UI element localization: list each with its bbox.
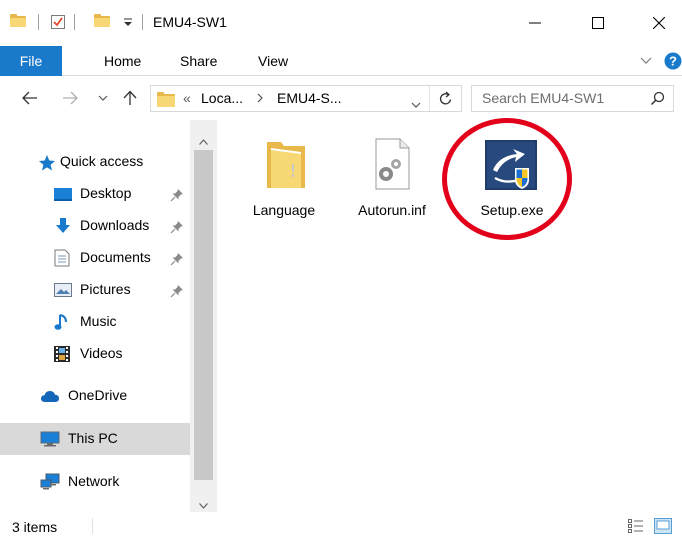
setup-exe-icon — [485, 140, 537, 195]
navigation-pane: Quick access Desktop Downloads Documents — [0, 120, 190, 512]
scroll-up-arrow-icon[interactable] — [199, 132, 208, 148]
status-bar: 3 items — [0, 512, 682, 540]
folder-icon — [10, 14, 26, 27]
ribbon-tabs: File Home Share View ? — [0, 46, 682, 76]
folder-icon — [157, 92, 175, 107]
pictures-icon — [54, 282, 72, 300]
close-button[interactable] — [636, 0, 682, 46]
back-button[interactable] — [20, 88, 40, 108]
breadcrumb-local[interactable]: Loca... — [201, 90, 243, 106]
window-title: EMU4-SW1 — [153, 14, 227, 30]
nav-item-desktop[interactable]: Desktop — [0, 178, 190, 210]
nav-scrollbar[interactable] — [190, 120, 217, 512]
nav-item-downloads[interactable]: Downloads — [0, 210, 190, 242]
tab-view[interactable]: View — [258, 46, 288, 76]
nav-label-music: Music — [80, 313, 117, 329]
overflow-crumb[interactable]: « — [183, 90, 191, 106]
recent-locations-icon[interactable] — [96, 88, 110, 108]
cloud-icon — [40, 389, 59, 407]
music-note-icon — [54, 313, 72, 331]
file-item-language[interactable]: Language — [239, 138, 329, 224]
nav-item-pictures[interactable]: Pictures — [0, 274, 190, 306]
address-bar[interactable]: « Loca... EMU4-S... — [150, 85, 462, 112]
document-icon — [54, 249, 72, 267]
pin-icon[interactable] — [170, 284, 184, 298]
tab-home[interactable]: Home — [104, 46, 141, 76]
download-arrow-icon — [54, 217, 72, 235]
search-placeholder: Search EMU4-SW1 — [482, 90, 605, 106]
pin-icon[interactable] — [170, 220, 184, 234]
nav-label-desktop: Desktop — [80, 185, 132, 201]
separator — [142, 14, 143, 30]
nav-label-downloads: Downloads — [80, 217, 150, 233]
separator — [38, 14, 39, 30]
up-button[interactable] — [120, 88, 140, 108]
file-list: Language Autorun.inf Setup.exe — [217, 120, 682, 512]
scroll-down-arrow-icon[interactable] — [199, 496, 208, 512]
forward-button[interactable] — [60, 88, 80, 108]
maximize-button[interactable] — [575, 0, 621, 46]
breadcrumb-emu4[interactable]: EMU4-S... — [277, 90, 342, 106]
nav-label-quick-access: Quick access — [60, 153, 144, 169]
star-icon — [38, 154, 56, 172]
large-icons-view-icon[interactable] — [654, 518, 672, 537]
nav-item-this-pc[interactable]: This PC — [0, 423, 190, 455]
nav-label-this-pc: This PC — [68, 430, 118, 446]
nav-item-quick-access[interactable]: Quick access — [0, 146, 190, 178]
nav-item-onedrive[interactable]: OneDrive — [0, 380, 190, 412]
new-folder-icon[interactable] — [94, 14, 110, 27]
nav-item-music[interactable]: Music — [0, 306, 190, 338]
help-icon[interactable]: ? — [664, 46, 682, 76]
nav-item-network[interactable]: Network — [0, 466, 190, 498]
expand-ribbon-icon[interactable] — [640, 46, 652, 76]
desktop-icon — [54, 186, 72, 204]
search-input[interactable]: Search EMU4-SW1 — [471, 85, 674, 112]
refresh-icon[interactable] — [439, 91, 453, 109]
network-icon — [40, 473, 60, 491]
svg-text:?: ? — [669, 54, 677, 69]
computer-icon — [40, 431, 60, 449]
file-name: Setup.exe — [480, 202, 544, 218]
pin-icon[interactable] — [170, 188, 184, 202]
details-view-icon[interactable] — [628, 519, 644, 536]
customize-quick-access-icon[interactable] — [122, 14, 134, 28]
pin-icon[interactable] — [170, 252, 184, 266]
settings-file-icon — [372, 138, 412, 193]
scroll-thumb[interactable] — [194, 150, 213, 480]
nav-item-videos[interactable]: Videos — [0, 338, 190, 370]
address-dropdown-icon[interactable] — [411, 95, 421, 111]
nav-label-network: Network — [68, 473, 120, 489]
properties-icon[interactable] — [50, 14, 66, 30]
item-count: 3 items — [12, 519, 58, 535]
video-film-icon — [54, 346, 72, 364]
title-bar: EMU4-SW1 — [0, 0, 682, 46]
search-icon[interactable] — [650, 91, 665, 109]
minimize-button[interactable] — [512, 0, 558, 46]
nav-label-onedrive: OneDrive — [68, 387, 128, 403]
nav-label-documents: Documents — [80, 249, 151, 265]
file-item-autorun[interactable]: Autorun.inf — [347, 138, 437, 224]
nav-label-videos: Videos — [80, 345, 123, 361]
address-row: « Loca... EMU4-S... Search EMU4-SW1 — [0, 76, 682, 120]
file-name: Autorun.inf — [358, 202, 426, 218]
file-name: Language — [252, 202, 316, 218]
folder-icon — [265, 138, 307, 193]
chevron-right-icon — [256, 91, 264, 107]
tab-file[interactable]: File — [0, 46, 62, 76]
file-item-setup-exe[interactable]: Setup.exe — [467, 138, 557, 224]
nav-label-pictures: Pictures — [80, 281, 131, 297]
separator — [74, 14, 75, 30]
tab-share[interactable]: Share — [180, 46, 217, 76]
nav-item-documents[interactable]: Documents — [0, 242, 190, 274]
